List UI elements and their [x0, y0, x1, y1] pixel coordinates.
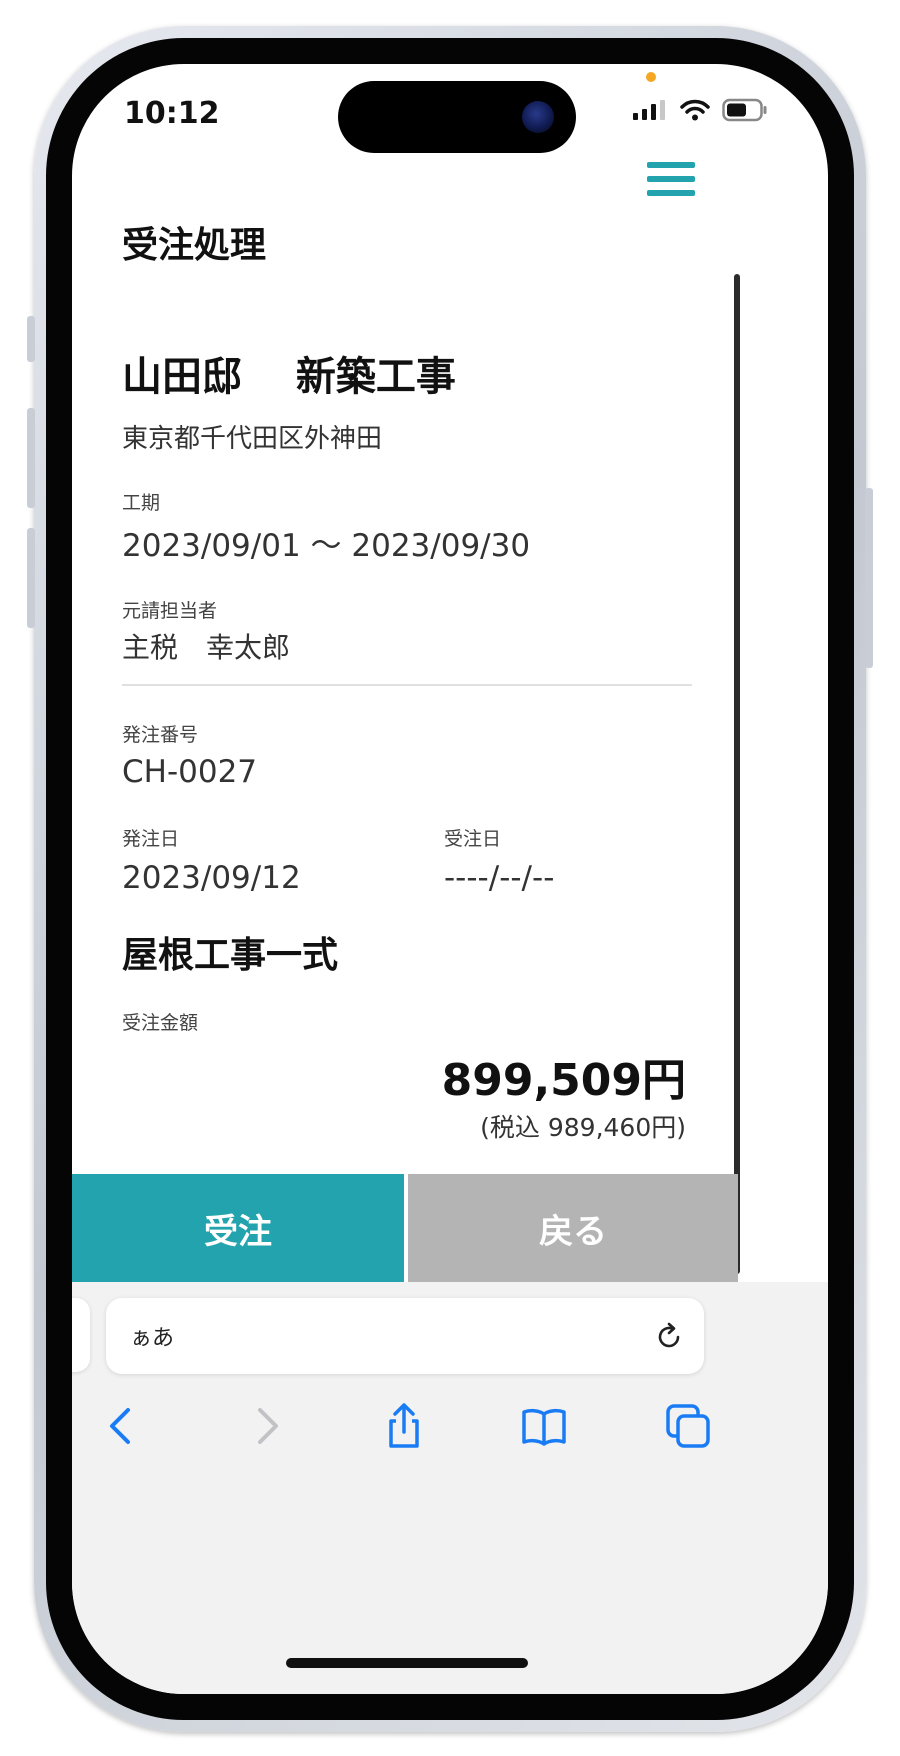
share-icon[interactable]	[380, 1402, 428, 1450]
amount-label: 受注金額	[122, 1012, 199, 1034]
address-bar[interactable]: ぁあ	[106, 1298, 704, 1374]
project-address: 東京都千代田区外神田	[122, 424, 383, 454]
project-name: 山田邸 新築工事	[122, 354, 456, 400]
volume-up-button	[27, 408, 35, 508]
forward-arrow-icon[interactable]	[242, 1402, 290, 1450]
accept-date-value: ----/--/--	[444, 860, 555, 896]
action-button	[27, 316, 35, 362]
hamburger-menu-icon[interactable]	[647, 162, 695, 202]
previous-tab-peek[interactable]	[72, 1298, 90, 1372]
browser-toolbar: ぁあ	[72, 1282, 828, 1694]
scrollbar[interactable]	[734, 274, 740, 1274]
period-value: 2023/09/01 ～ 2023/09/30	[122, 528, 531, 564]
signal-icon	[633, 100, 665, 120]
amount-tax-included: (税込 989,460円)	[480, 1113, 686, 1142]
accept-button[interactable]: 受注	[72, 1174, 404, 1282]
status-time: 10:12	[124, 96, 220, 131]
wifi-icon	[680, 99, 710, 121]
reader-options-button[interactable]: ぁあ	[130, 1320, 174, 1352]
period-label: 工期	[122, 492, 161, 514]
camera-icon	[522, 101, 554, 133]
battery-icon	[722, 98, 767, 122]
back-button[interactable]: 戻る	[408, 1174, 738, 1282]
section-divider	[122, 684, 692, 686]
item-name: 屋根工事一式	[122, 935, 339, 976]
dynamic-island	[338, 81, 576, 153]
power-button	[865, 488, 873, 668]
tabs-icon[interactable]	[664, 1402, 712, 1450]
status-icons	[632, 98, 768, 122]
bookmarks-icon[interactable]	[520, 1402, 568, 1450]
order-date-value: 2023/09/12	[122, 860, 301, 896]
accept-date-label: 受注日	[444, 828, 502, 850]
home-indicator[interactable]	[286, 1658, 528, 1668]
order-number-label: 発注番号	[122, 724, 199, 746]
page-title: 受注処理	[122, 225, 267, 266]
volume-down-button	[27, 528, 35, 628]
phone-screen: 10:12 受注処理 山田邸 新築工事 東京都千代田区外神田 工期 2023/0…	[72, 64, 828, 1694]
manager-value: 主税 幸太郎	[122, 631, 291, 664]
back-arrow-icon[interactable]	[98, 1402, 146, 1450]
amount-value: 899,509円	[441, 1055, 686, 1106]
order-date-label: 発注日	[122, 828, 180, 850]
privacy-indicator-dot	[646, 72, 656, 82]
order-number-value: CH-0027	[122, 754, 258, 790]
manager-label: 元請担当者	[122, 600, 218, 622]
reload-icon[interactable]	[652, 1320, 686, 1354]
